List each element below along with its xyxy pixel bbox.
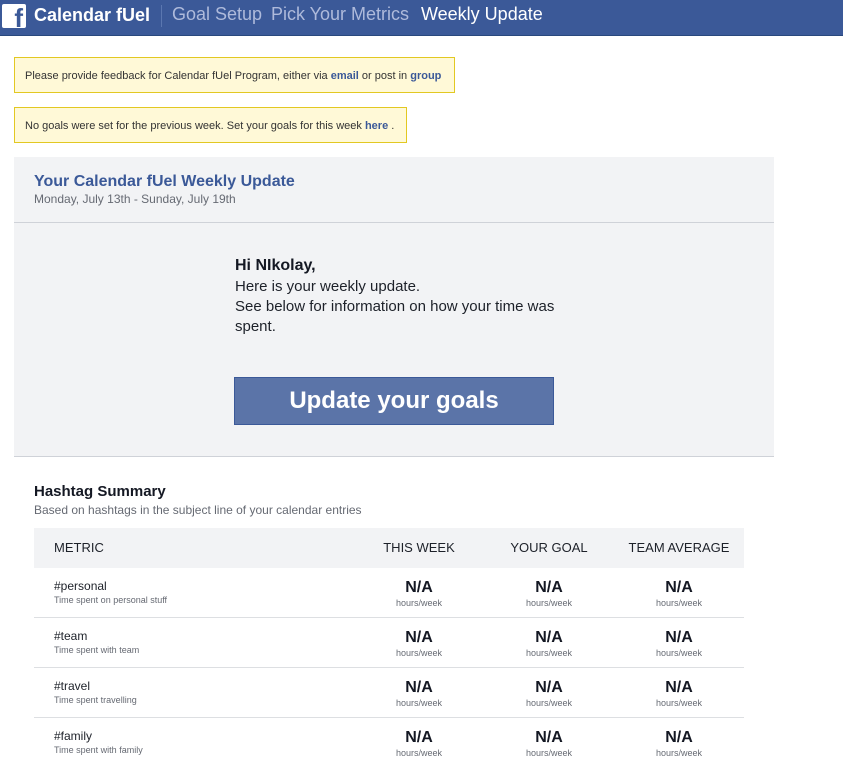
date-range: Monday, July 13th - Sunday, July 19th: [34, 192, 236, 206]
hashtag-summary-title: Hashtag Summary: [34, 483, 166, 500]
app-title[interactable]: Calendar fUel: [34, 5, 150, 25]
goals-notice-text: No goals were set for the previous week.…: [25, 120, 365, 132]
nav-pick-metrics[interactable]: Pick Your Metrics: [271, 4, 409, 24]
update-message: Here is your weekly update. See below fo…: [235, 277, 555, 337]
row-description: Time spent with team: [54, 645, 140, 655]
value: N/A: [405, 729, 433, 746]
hashtag-summary-table: METRIC THIS WEEK YOUR GOAL TEAM AVERAGE …: [34, 528, 744, 768]
unit: hours/week: [655, 698, 703, 708]
top-nav-bar: f Calendar fUel Goal Setup Pick Your Met…: [0, 0, 843, 36]
table-row: #personal Time spent on personal stuff N…: [34, 568, 744, 618]
goals-notice: No goals were set for the previous week.…: [14, 107, 407, 143]
table-header: METRIC THIS WEEK YOUR GOAL TEAM AVERAGE: [34, 528, 744, 568]
col-team-average: TEAM AVERAGE: [628, 540, 730, 555]
value: N/A: [535, 629, 563, 646]
value: N/A: [535, 679, 563, 696]
row-hashtag: #team: [54, 629, 88, 643]
cell-team-average: N/A hours/week: [624, 579, 734, 609]
unit: hours/week: [525, 648, 573, 658]
message-line-1: Here is your weekly update.: [235, 278, 421, 295]
facebook-f-glyph: f: [14, 3, 23, 33]
row-description: Time spent on personal stuff: [54, 595, 168, 605]
update-goals-button[interactable]: Update your goals: [234, 377, 554, 425]
panel-divider: [14, 456, 774, 457]
col-this-week: THIS WEEK: [383, 540, 455, 555]
cell-your-goal: N/A hours/week: [494, 629, 604, 659]
message-line-2: See below for information on how your ti…: [235, 298, 555, 335]
hashtag-summary-subtitle: Based on hashtags in the subject line of…: [34, 503, 362, 517]
unit: hours/week: [525, 748, 573, 758]
value: N/A: [665, 579, 693, 596]
panel-header: Your Calendar fUel Weekly Update Monday,…: [14, 157, 774, 223]
unit: hours/week: [395, 698, 443, 708]
cell-your-goal: N/A hours/week: [494, 679, 604, 709]
facebook-logo-icon[interactable]: f: [2, 3, 26, 33]
panel-title: Your Calendar fUel Weekly Update: [34, 173, 295, 190]
unit: hours/week: [655, 748, 703, 758]
nav-divider: [161, 5, 162, 27]
cell-this-week: N/A hours/week: [364, 629, 474, 659]
unit: hours/week: [655, 648, 703, 658]
cell-your-goal: N/A hours/week: [494, 579, 604, 609]
table-row: #family Time spent with family N/A hours/…: [34, 718, 744, 768]
feedback-notice: Please provide feedback for Calendar fUe…: [14, 57, 455, 93]
unit: hours/week: [655, 598, 703, 608]
cell-this-week: N/A hours/week: [364, 679, 474, 709]
cell-team-average: N/A hours/week: [624, 729, 734, 759]
row-hashtag: #family: [54, 729, 93, 743]
unit: hours/week: [395, 748, 443, 758]
table-row: #team Time spent with team N/A hours/week…: [34, 618, 744, 668]
row-hashtag: #travel: [54, 679, 91, 693]
email-link[interactable]: email: [331, 70, 359, 82]
value: N/A: [405, 629, 433, 646]
value: N/A: [405, 679, 433, 696]
row-description: Time spent with family: [54, 745, 143, 755]
col-your-goal: YOUR GOAL: [510, 540, 588, 555]
col-metric: METRIC: [54, 540, 104, 555]
group-link[interactable]: group: [410, 70, 441, 82]
value: N/A: [665, 679, 693, 696]
cell-your-goal: N/A hours/week: [494, 729, 604, 759]
cell-this-week: N/A hours/week: [364, 729, 474, 759]
value: N/A: [535, 579, 563, 596]
goals-notice-suffix: .: [388, 120, 395, 132]
unit: hours/week: [395, 648, 443, 658]
row-hashtag: #personal: [54, 579, 107, 593]
value: N/A: [535, 729, 563, 746]
greeting: Hi NIkolay,: [235, 257, 316, 274]
row-description: Time spent travelling: [54, 695, 137, 705]
table-row: #travel Time spent travelling N/A hours/w…: [34, 668, 744, 718]
value: N/A: [405, 579, 433, 596]
cell-team-average: N/A hours/week: [624, 679, 734, 709]
feedback-notice-text: Please provide feedback for Calendar fUe…: [25, 70, 331, 82]
here-link[interactable]: here: [365, 120, 388, 132]
value: N/A: [665, 629, 693, 646]
feedback-notice-middle: or post in: [358, 70, 411, 82]
nav-goal-setup[interactable]: Goal Setup: [172, 4, 262, 24]
weekly-update-panel: Your Calendar fUel Weekly Update Monday,…: [14, 157, 774, 457]
nav-weekly-update[interactable]: Weekly Update: [421, 4, 543, 24]
unit: hours/week: [395, 598, 443, 608]
unit: hours/week: [525, 698, 573, 708]
cell-team-average: N/A hours/week: [624, 629, 734, 659]
cell-this-week: N/A hours/week: [364, 579, 474, 609]
value: N/A: [665, 729, 693, 746]
unit: hours/week: [525, 598, 573, 608]
